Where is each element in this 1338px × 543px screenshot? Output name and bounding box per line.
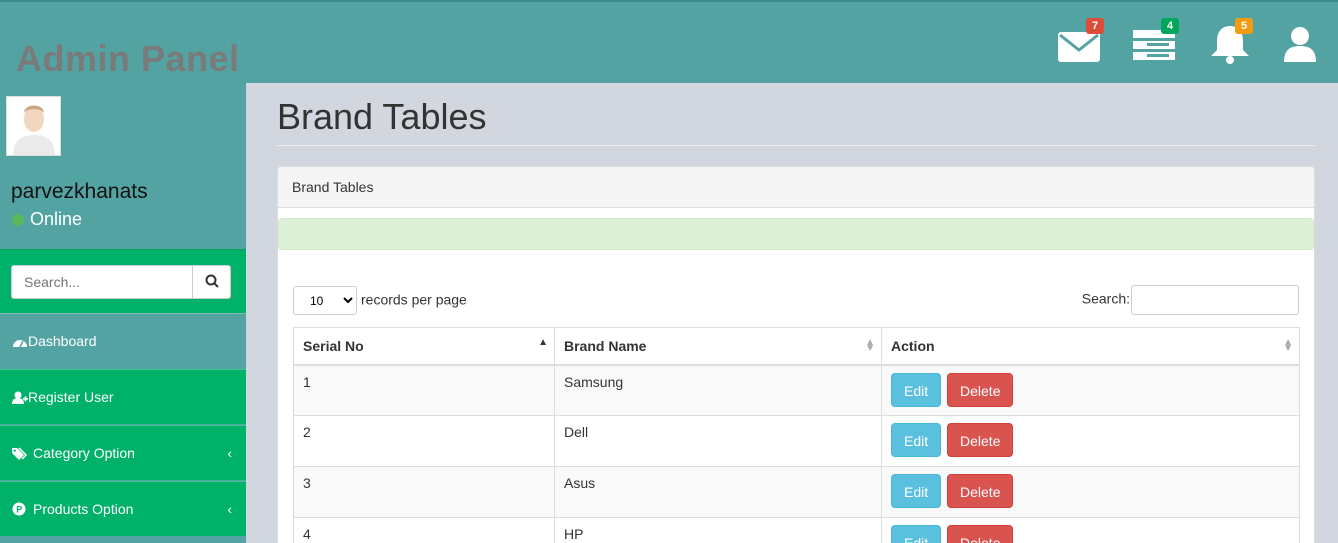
top-navbar: Admin Panel 7 4 5 <box>0 0 1338 83</box>
table-row: 4 HP Edit Delete <box>293 517 1300 543</box>
messages-badge: 7 <box>1086 18 1104 34</box>
action-cell: Edit Delete <box>881 415 1300 467</box>
serial-cell: 1 <box>293 364 555 416</box>
sidebar-item-label: Category Option <box>33 445 135 461</box>
action-cell: Edit Delete <box>881 364 1300 416</box>
sidebar-item-category-option[interactable]: Category Option ‹ <box>0 425 246 480</box>
username: parvezkhanats <box>11 180 148 203</box>
success-alert <box>278 218 1314 250</box>
user-icon <box>1284 27 1316 62</box>
table-row: 1 Samsung Edit Delete <box>293 364 1300 416</box>
chevron-left-icon: ‹ <box>227 501 232 517</box>
edit-button[interactable]: Edit <box>891 372 942 407</box>
tasks-badge: 4 <box>1161 18 1179 34</box>
delete-button[interactable]: Delete <box>947 423 1014 457</box>
column-header-brand-name[interactable]: Brand Name ▲ ▼ <box>554 327 882 366</box>
sidebar-search-form <box>0 249 246 313</box>
serial-cell: 4 <box>293 517 555 543</box>
sidebar-item-products-option[interactable]: P Products Option ‹ <box>0 481 246 536</box>
sort-ascending-icon: ▲ <box>538 337 548 348</box>
table-row: 3 Asus Edit Delete <box>293 466 1300 518</box>
brand-table: Serial No ▲ Brand Name ▲ ▼ Action ▲ ▼ 1 Sa… <box>293 327 1300 543</box>
online-status: Online <box>12 209 82 230</box>
product-icon: P <box>12 484 33 539</box>
page-title: Brand Tables <box>277 96 487 137</box>
sort-icon: ▲ ▼ <box>1283 337 1293 354</box>
dashboard-icon <box>12 316 28 371</box>
messages-button[interactable]: 7 <box>1056 18 1104 66</box>
records-per-page-label: records per page <box>361 291 467 308</box>
table-search-input[interactable] <box>1131 285 1299 315</box>
chevron-left-icon: ‹ <box>227 445 232 461</box>
table-search: Search: <box>1082 285 1299 315</box>
brand-cell: HP <box>554 517 882 543</box>
tags-icon <box>12 428 33 483</box>
column-header-action[interactable]: Action ▲ ▼ <box>881 327 1300 366</box>
online-dot-icon <box>12 214 24 226</box>
edit-button[interactable]: Edit <box>891 474 942 508</box>
action-cell: Edit Delete <box>881 466 1300 518</box>
search-icon <box>205 274 219 288</box>
sort-icon: ▲ ▼ <box>865 337 875 354</box>
status-label: Online <box>30 209 83 229</box>
table-search-label: Search: <box>1081 290 1130 307</box>
table-row: 2 Dell Edit Delete <box>293 415 1300 467</box>
panel-heading: Brand Tables <box>278 167 1314 208</box>
notifications-button[interactable]: 5 <box>1207 18 1253 66</box>
user-plus-icon <box>12 372 28 427</box>
sidebar-search-button[interactable] <box>192 265 231 299</box>
sidebar-item-dashboard[interactable]: Dashboard <box>0 313 246 368</box>
edit-button[interactable]: Edit <box>891 525 942 543</box>
notifications-badge: 5 <box>1235 18 1253 34</box>
column-header-serial-no[interactable]: Serial No ▲ <box>293 327 555 366</box>
delete-button[interactable]: Delete <box>947 474 1014 508</box>
sidebar-item-label: Products Option <box>33 501 134 517</box>
action-cell: Edit Delete <box>881 517 1300 543</box>
sidebar-item-label: Dashboard <box>28 333 97 349</box>
records-per-page-select[interactable]: 10 <box>293 286 357 315</box>
sidebar-item-label: Register User <box>28 389 114 405</box>
brand-cell: Asus <box>554 466 882 518</box>
sidebar: parvezkhanats Online Dashboard Register … <box>0 83 246 543</box>
delete-button[interactable]: Delete <box>947 372 1014 407</box>
records-per-page: 10 records per page <box>293 286 467 315</box>
brand-logo[interactable]: Admin Panel <box>16 38 240 80</box>
brand-cell: Dell <box>554 415 882 467</box>
avatar <box>6 96 61 156</box>
sidebar-item-register-user[interactable]: Register User <box>0 369 246 424</box>
brand-cell: Samsung <box>554 364 882 416</box>
title-divider <box>277 145 1315 146</box>
serial-cell: 3 <box>293 466 555 518</box>
user-menu-button[interactable] <box>1280 22 1326 66</box>
user-avatar-icon <box>7 97 60 155</box>
sidebar-search-input[interactable] <box>11 265 193 299</box>
svg-text:P: P <box>16 505 22 515</box>
edit-button[interactable]: Edit <box>891 423 942 457</box>
serial-cell: 2 <box>293 415 555 467</box>
brand-table-panel: Brand Tables 10 records per page Search:… <box>277 166 1315 543</box>
tasks-button[interactable]: 4 <box>1131 18 1179 66</box>
delete-button[interactable]: Delete <box>947 525 1014 543</box>
